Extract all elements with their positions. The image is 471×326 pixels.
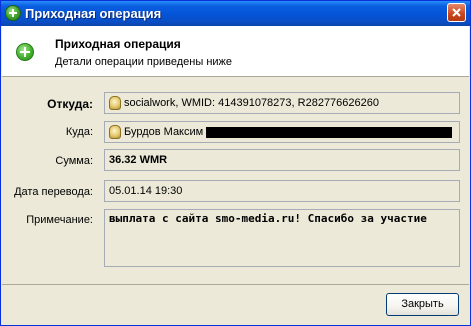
window-title: Приходная операция xyxy=(25,6,162,21)
header-title: Приходная операция xyxy=(55,37,181,51)
dialog-window: Приходная операция Приходная операция Де… xyxy=(0,0,471,326)
amount-field[interactable]: 36.32 WMR xyxy=(104,149,460,171)
date-field[interactable]: 05.01.14 19:30 xyxy=(104,180,460,202)
note-label: Примечание: xyxy=(26,214,93,226)
close-icon xyxy=(452,8,461,17)
title-bar[interactable]: Приходная операция xyxy=(1,1,470,26)
wm-purse-icon xyxy=(109,125,121,140)
footer-divider xyxy=(2,284,469,285)
from-value: socialwork, WMID: 414391078273, R2827766… xyxy=(124,97,379,110)
to-label: Куда: xyxy=(65,126,93,138)
date-label: Дата перевода: xyxy=(14,186,93,198)
amount-value: 36.32 WMR xyxy=(109,154,168,167)
amount-label: Сумма: xyxy=(55,155,93,167)
redacted-block xyxy=(206,126,453,138)
dialog-header: Приходная операция Детали операции приве… xyxy=(2,26,469,77)
date-value: 05.01.14 19:30 xyxy=(109,185,183,198)
note-field[interactable]: выплата с сайта smo-media.ru! Спасибо за… xyxy=(104,209,460,267)
window-close-button[interactable] xyxy=(447,3,466,22)
green-plus-icon xyxy=(16,43,34,61)
green-plus-icon xyxy=(5,5,21,21)
wm-purse-icon xyxy=(109,96,121,111)
close-button[interactable]: Закрыть xyxy=(386,293,459,316)
from-label: Откуда: xyxy=(47,97,93,111)
to-field[interactable]: Бурдов Максим xyxy=(104,121,460,143)
note-value: выплата с сайта smo-media.ru! Спасибо за… xyxy=(109,212,427,225)
to-value: Бурдов Максим xyxy=(124,126,204,139)
from-field[interactable]: socialwork, WMID: 414391078273, R2827766… xyxy=(104,92,460,114)
header-subtitle: Детали операции приведены ниже xyxy=(55,56,233,68)
